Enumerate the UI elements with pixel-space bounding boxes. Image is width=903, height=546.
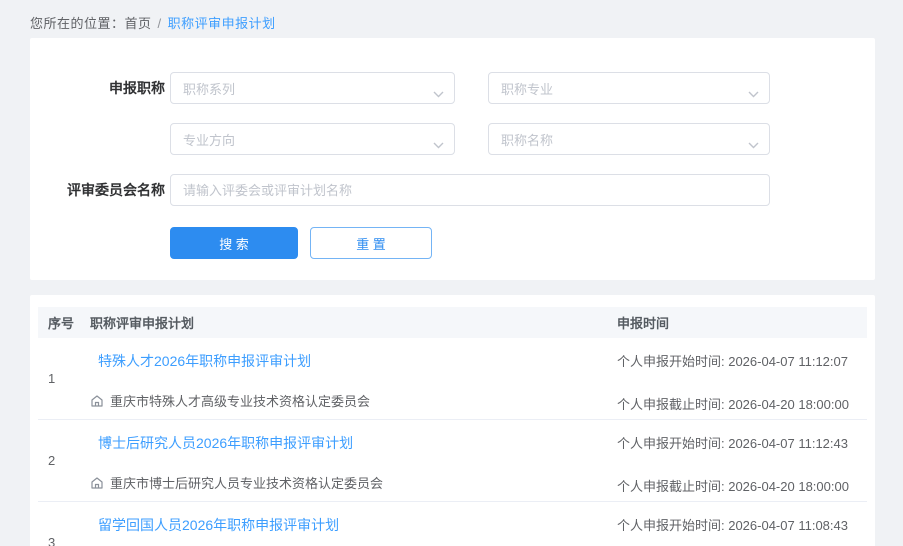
table-row: 3 留学回国人员2026年职称申报评审计划 重庆市留学回国人员专业技术资格认定委… [38,502,867,546]
end-time-text: 个人申报截止时间: 2026-04-20 18:00:00 [617,476,867,495]
start-time-text: 个人申报开始时间: 2026-04-07 11:12:07 [617,351,867,370]
start-time-text: 个人申报开始时间: 2026-04-07 11:08:43 [617,515,867,534]
title-major-placeholder: 职称专业 [501,79,553,98]
form-row-committee: 评审委员会名称 [30,174,875,206]
breadcrumb: 您所在的位置：首页 / 职称评审申报计划 [0,0,903,32]
header-index: 序号 [48,313,90,332]
form-row-buttons: 搜 索 重 置 [30,227,875,259]
committee-line: 重庆市特殊人才高级专业技术资格认定委员会 [90,391,617,410]
row-index: 3 [48,502,90,546]
chevron-down-icon [748,137,759,152]
title-major-select[interactable]: 职称专业 [488,72,770,104]
form-row-title: 申报职称 职称系列 职称专业 [30,72,875,104]
end-time-text: 个人申报截止时间: 2026-04-20 18:00:00 [617,394,867,413]
breadcrumb-separator: / [158,16,162,31]
office-building-icon [90,394,104,408]
row-plan-cell: 特殊人才2026年职称申报评审计划 重庆市特殊人才高级专业技术资格认定委员会 [90,338,617,419]
row-plan-cell: 博士后研究人员2026年职称申报评审计划 重庆市博士后研究人员专业技术资格认定委… [90,420,617,501]
committee-name-label: 评审委员会名称 [30,180,165,200]
row-index: 1 [48,338,90,419]
committee-line: 重庆市博士后研究人员专业技术资格认定委员会 [90,473,617,492]
row-index: 2 [48,420,90,501]
reset-button[interactable]: 重 置 [310,227,432,259]
plan-title-link[interactable]: 留学回国人员2026年职称申报评审计划 [98,515,339,535]
table-row: 1 特殊人才2026年职称申报评审计划 重庆市特殊人才高级专业技术资格认定委员会… [38,338,867,420]
breadcrumb-current: 职称评审申报计划 [168,16,276,31]
breadcrumb-home-link[interactable]: 首页 [125,16,152,31]
start-time-text: 个人申报开始时间: 2026-04-07 11:12:43 [617,433,867,452]
row-plan-cell: 留学回国人员2026年职称申报评审计划 重庆市留学回国人员专业技术资格认定委员会 [90,502,617,546]
office-building-icon [90,476,104,490]
title-name-placeholder: 职称名称 [501,130,553,149]
search-form-card: 申报职称 职称系列 职称专业 专业方向 职称名称 评审委员会名称 搜 索 重 置 [30,38,875,280]
chevron-down-icon [748,86,759,101]
table-header: 序号 职称评审申报计划 申报时间 [38,307,867,338]
major-direction-select[interactable]: 专业方向 [170,123,455,155]
committee-name-input[interactable] [170,174,770,206]
plan-title-link[interactable]: 特殊人才2026年职称申报评审计划 [98,351,311,371]
breadcrumb-prefix: 您所在的位置： [30,16,125,31]
plan-title-link[interactable]: 博士后研究人员2026年职称申报评审计划 [98,433,353,453]
table-row: 2 博士后研究人员2026年职称申报评审计划 重庆市博士后研究人员专业技术资格认… [38,420,867,502]
form-row-title-2: 专业方向 职称名称 [30,123,875,155]
search-button[interactable]: 搜 索 [170,227,298,259]
row-time-cell: 个人申报开始时间: 2026-04-07 11:08:43 个人申报截止时间: … [617,502,867,546]
committee-name: 重庆市博士后研究人员专业技术资格认定委员会 [110,473,383,492]
header-plan: 职称评审申报计划 [90,313,617,332]
plan-table-card: 序号 职称评审申报计划 申报时间 1 特殊人才2026年职称申报评审计划 重庆市… [30,295,875,546]
declare-title-label: 申报职称 [30,78,165,98]
row-time-cell: 个人申报开始时间: 2026-04-07 11:12:43 个人申报截止时间: … [617,420,867,501]
major-direction-placeholder: 专业方向 [183,130,235,149]
committee-name: 重庆市特殊人才高级专业技术资格认定委员会 [110,391,370,410]
chevron-down-icon [433,86,444,101]
title-series-placeholder: 职称系列 [183,79,235,98]
title-series-select[interactable]: 职称系列 [170,72,455,104]
header-time: 申报时间 [617,313,867,332]
chevron-down-icon [433,137,444,152]
title-name-select[interactable]: 职称名称 [488,123,770,155]
row-time-cell: 个人申报开始时间: 2026-04-07 11:12:07 个人申报截止时间: … [617,338,867,419]
